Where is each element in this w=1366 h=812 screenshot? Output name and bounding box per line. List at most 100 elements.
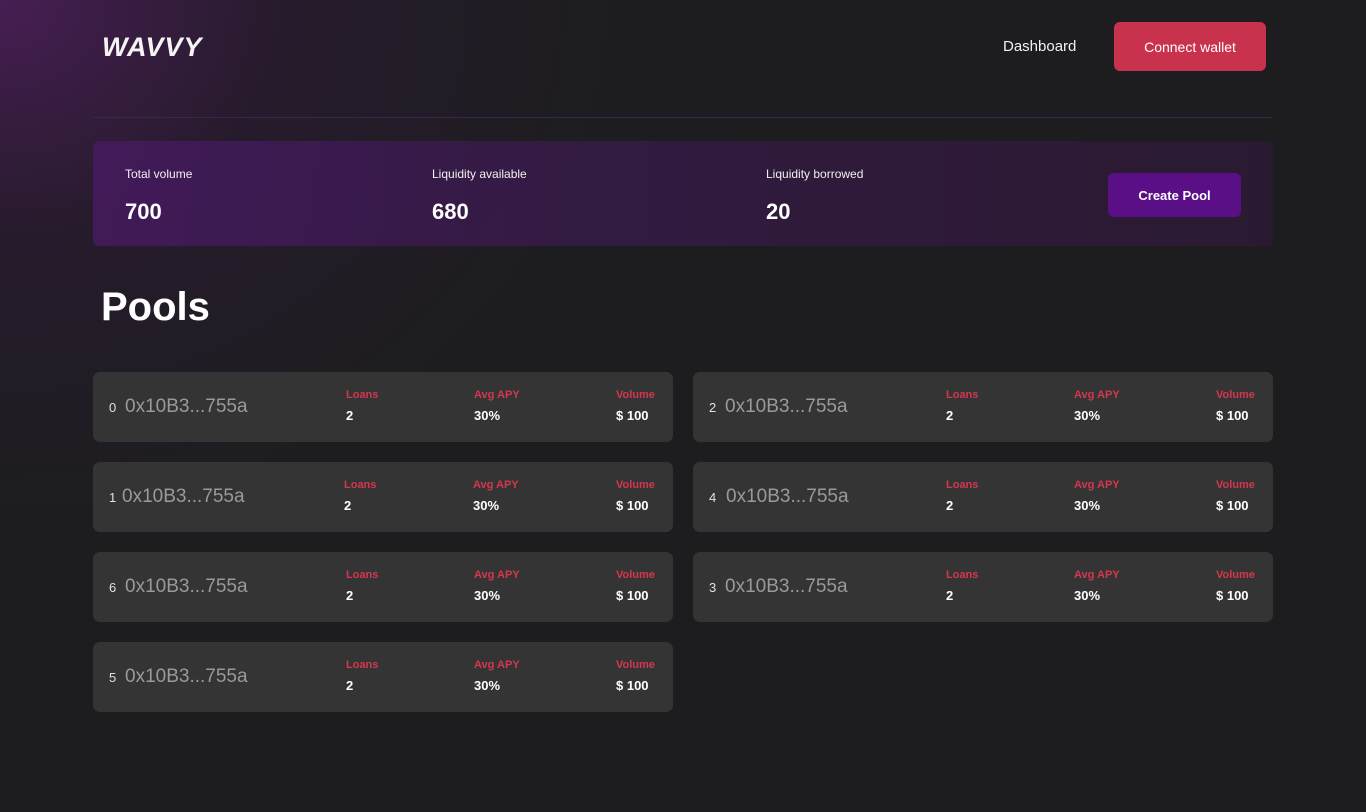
volume-value: $ 100 (616, 678, 649, 693)
pool-address: 0x10B3...755a (122, 486, 245, 507)
pool-index: 1 (109, 490, 117, 505)
loans-label: Loans (946, 569, 979, 581)
avg-apy-label: Avg APY (1074, 569, 1120, 581)
volume-label: Volume (1216, 479, 1255, 491)
top-header: WAVVY Dashboard Connect wallet (0, 0, 1366, 118)
loans-value: 2 (346, 678, 354, 693)
avg-apy-value: 30% (474, 588, 501, 603)
connect-wallet-button[interactable]: Connect wallet (1114, 22, 1266, 71)
volume-value: $ 100 (616, 498, 649, 513)
pool-avg-apy: Avg APY 30% (1074, 569, 1120, 603)
volume-label: Volume (616, 479, 655, 491)
loans-value: 2 (344, 498, 352, 513)
avg-apy-value: 30% (1074, 408, 1101, 423)
pool-avg-apy: Avg APY 30% (474, 569, 520, 603)
pool-volume: Volume $ 100 (1216, 479, 1255, 513)
wavvy-logo[interactable]: WAVVY (102, 30, 203, 64)
page-title: Pools (101, 285, 210, 329)
pool-address: 0x10B3...755a (725, 396, 848, 417)
pool-loans: Loans 2 (946, 479, 978, 513)
pool-volume: Volume $ 100 (616, 569, 655, 603)
volume-label: Volume (616, 659, 655, 671)
volume-value: $ 100 (1216, 408, 1249, 423)
pool-loans: Loans 2 (946, 389, 978, 423)
avg-apy-label: Avg APY (1074, 389, 1120, 401)
pool-address: 0x10B3...755a (726, 486, 849, 507)
pool-loans: Loans 2 (346, 659, 378, 693)
loans-value: 2 (346, 408, 354, 423)
volume-label: Volume (616, 569, 655, 581)
pool-card[interactable]: 3 0x10B3...755a Loans 2 Avg APY 30% Volu… (693, 552, 1273, 622)
avg-apy-value: 30% (474, 678, 501, 693)
avg-apy-label: Avg APY (474, 659, 520, 671)
pool-index: 5 (109, 670, 117, 685)
pool-avg-apy: Avg APY 30% (1074, 389, 1120, 423)
pool-card[interactable]: 4 0x10B3...755a Loans 2 Avg APY 30% Volu… (693, 462, 1273, 532)
stat-liquidity-available: Liquidity available 680 (432, 167, 527, 225)
pool-volume: Volume $ 100 (616, 479, 655, 513)
pool-avg-apy: Avg APY 30% (474, 389, 520, 423)
avg-apy-label: Avg APY (1074, 479, 1120, 491)
avg-apy-label: Avg APY (474, 569, 520, 581)
loans-value: 2 (346, 588, 354, 603)
loans-value: 2 (946, 498, 954, 513)
pool-index: 2 (709, 400, 717, 415)
pool-address: 0x10B3...755a (125, 666, 248, 687)
loans-label: Loans (346, 389, 379, 401)
loans-value: 2 (946, 408, 954, 423)
pool-avg-apy: Avg APY 30% (473, 479, 519, 513)
pool-avg-apy: Avg APY 30% (474, 659, 520, 693)
avg-apy-value: 30% (474, 408, 501, 423)
stat-liquidity-borrowed: Liquidity borrowed 20 (766, 167, 863, 225)
pool-index: 4 (709, 490, 717, 505)
volume-value: $ 100 (1216, 588, 1249, 603)
pool-volume: Volume $ 100 (1216, 569, 1255, 603)
stat-label: Liquidity available (432, 167, 527, 181)
nav-dashboard-link[interactable]: Dashboard (1003, 38, 1076, 55)
volume-value: $ 100 (616, 588, 649, 603)
pool-address: 0x10B3...755a (125, 576, 248, 597)
stat-value: 680 (432, 199, 469, 224)
pool-card[interactable]: 0 0x10B3...755a Loans 2 Avg APY 30% Volu… (93, 372, 673, 442)
avg-apy-value: 30% (1074, 498, 1101, 513)
header-divider (93, 117, 1273, 118)
loans-label: Loans (346, 659, 379, 671)
avg-apy-label: Avg APY (473, 479, 519, 491)
create-pool-button[interactable]: Create Pool (1108, 173, 1241, 217)
avg-apy-value: 30% (473, 498, 500, 513)
stat-label: Liquidity borrowed (766, 167, 864, 181)
pool-index: 3 (709, 580, 717, 595)
avg-apy-label: Avg APY (474, 389, 520, 401)
pool-volume: Volume $ 100 (616, 389, 655, 423)
avg-apy-value: 30% (1074, 588, 1101, 603)
loans-label: Loans (946, 389, 979, 401)
pool-loans: Loans 2 (346, 389, 378, 423)
stat-total-volume: Total volume 700 (125, 167, 192, 225)
pool-volume: Volume $ 100 (1216, 389, 1255, 423)
volume-label: Volume (1216, 569, 1255, 581)
volume-label: Volume (1216, 389, 1255, 401)
pool-avg-apy: Avg APY 30% (1074, 479, 1120, 513)
loans-label: Loans (946, 479, 979, 491)
pool-index: 6 (109, 580, 117, 595)
volume-label: Volume (616, 389, 655, 401)
stat-value: 700 (125, 199, 162, 224)
pool-index: 0 (109, 400, 117, 415)
logo-text: WAVVY (102, 31, 203, 62)
pool-loans: Loans 2 (946, 569, 978, 603)
stat-value: 20 (766, 199, 791, 224)
volume-value: $ 100 (616, 408, 649, 423)
pool-volume: Volume $ 100 (616, 659, 655, 693)
pool-card[interactable]: 6 0x10B3...755a Loans 2 Avg APY 30% Volu… (93, 552, 673, 622)
pool-card[interactable]: 5 0x10B3...755a Loans 2 Avg APY 30% Volu… (93, 642, 673, 712)
pool-address: 0x10B3...755a (725, 576, 848, 597)
stat-label: Total volume (125, 167, 193, 181)
pool-loans: Loans 2 (344, 479, 376, 513)
pool-card[interactable]: 1 0x10B3...755a Loans 2 Avg APY 30% Volu… (93, 462, 673, 532)
volume-value: $ 100 (1216, 498, 1249, 513)
stats-panel: Total volume 700 Liquidity available 680… (93, 141, 1273, 246)
pool-loans: Loans 2 (346, 569, 378, 603)
pool-card[interactable]: 2 0x10B3...755a Loans 2 Avg APY 30% Volu… (693, 372, 1273, 442)
loans-label: Loans (346, 569, 379, 581)
loans-label: Loans (344, 479, 377, 491)
